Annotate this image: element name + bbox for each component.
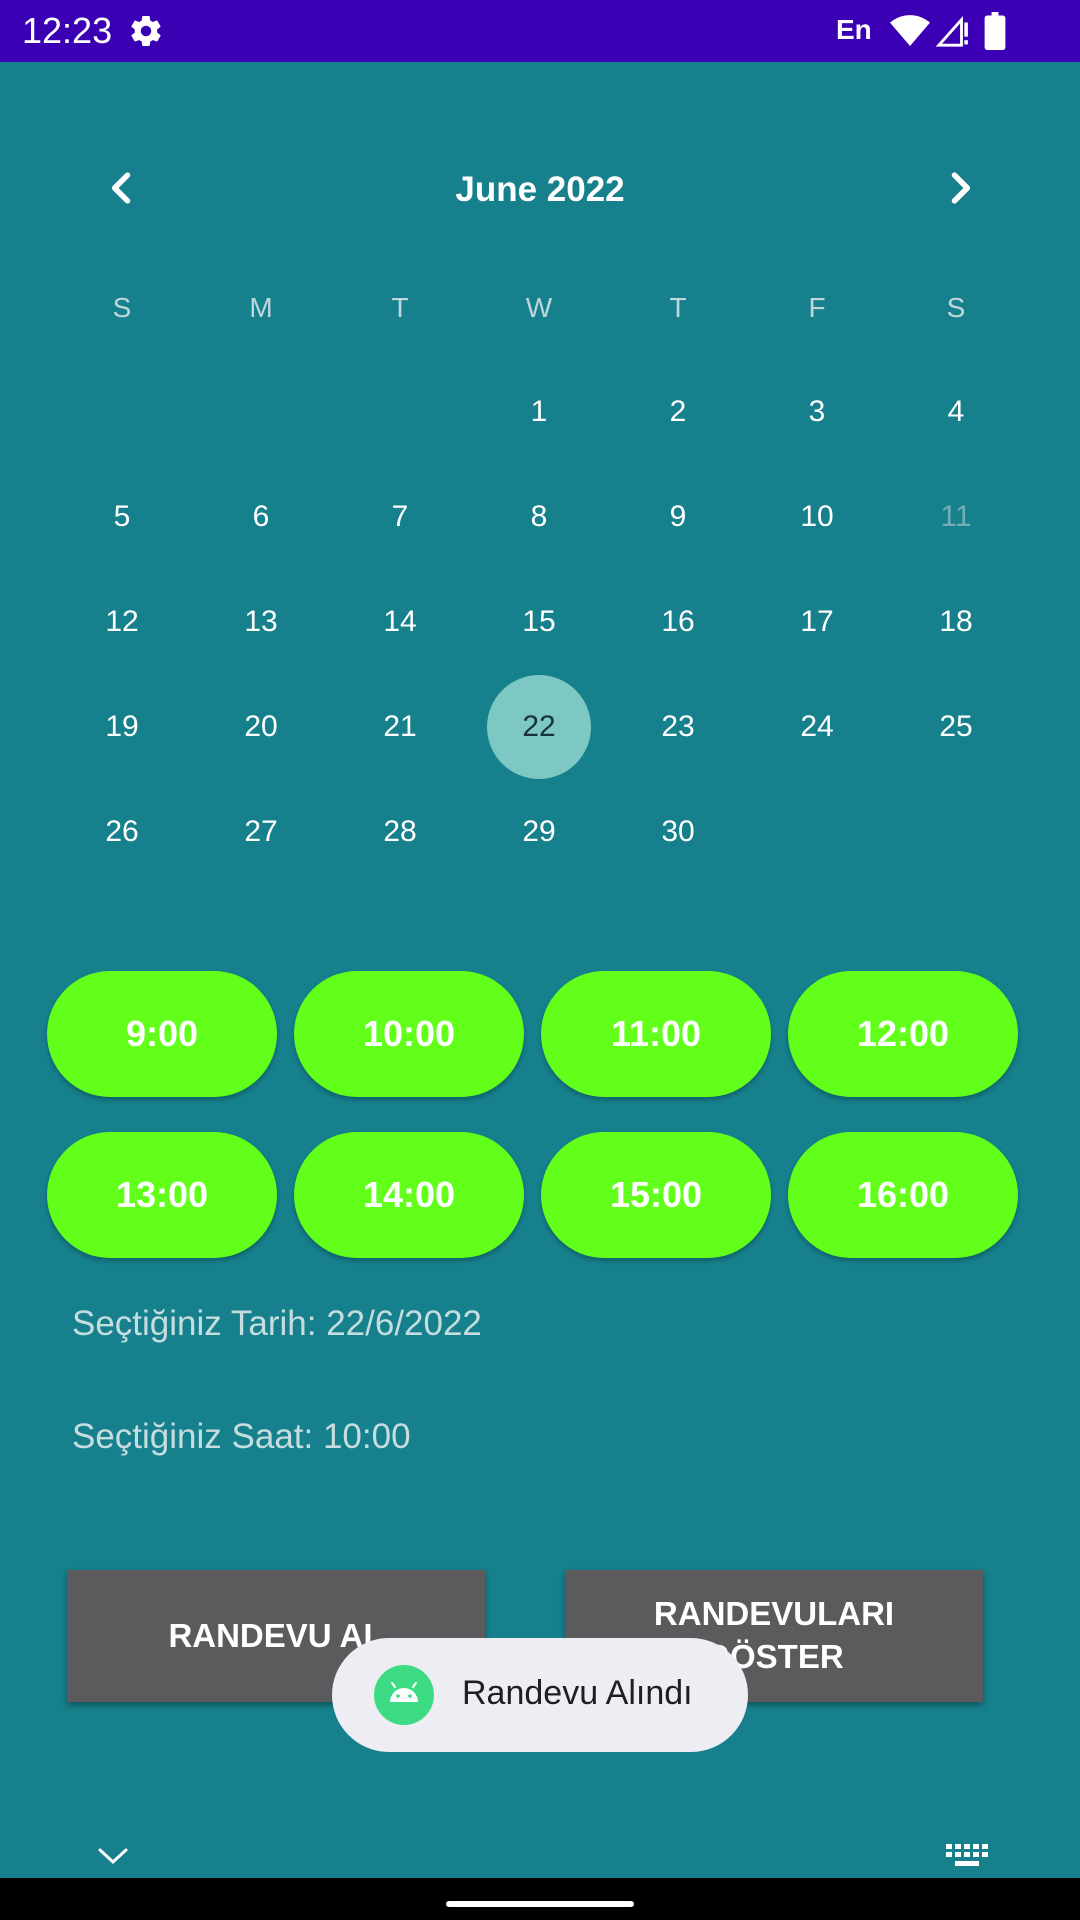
time-slot-button[interactable]: 16:00 — [788, 1132, 1018, 1258]
weekday-label: T — [669, 292, 687, 323]
time-slot-button[interactable]: 15:00 — [541, 1132, 771, 1258]
time-slot-button[interactable]: 12:00 — [788, 971, 1018, 1097]
calendar-header: June 2022 — [0, 160, 1080, 220]
keyboard-icon[interactable] — [946, 1844, 990, 1872]
calendar-day[interactable]: 1 — [487, 360, 591, 464]
weekday-label: S — [112, 292, 132, 323]
wifi-icon — [890, 15, 930, 46]
calendar-day[interactable]: 24 — [765, 675, 869, 779]
gear-icon — [131, 16, 161, 47]
next-month-button[interactable] — [938, 166, 982, 210]
status-bar: 12:23 En — [0, 0, 1080, 62]
calendar-day[interactable]: 8 — [487, 465, 591, 569]
month-title: June 2022 — [455, 170, 625, 209]
android-icon — [374, 1665, 434, 1725]
status-time: 12:23 — [22, 10, 113, 51]
weekday-label: S — [946, 292, 966, 323]
calendar-day[interactable]: 29 — [487, 780, 591, 884]
time-slot-button[interactable]: 9:00 — [47, 971, 277, 1097]
chevron-down-icon[interactable] — [96, 1844, 130, 1868]
calendar-day[interactable]: 26 — [70, 780, 174, 884]
calendar-day[interactable]: 28 — [348, 780, 452, 884]
time-slot-button[interactable]: 13:00 — [47, 1132, 277, 1258]
home-handle[interactable] — [446, 1901, 634, 1907]
calendar-day[interactable]: 18 — [904, 570, 1008, 674]
selected-date-text: Seçtiğiniz Tarih: 22/6/2022 — [72, 1304, 482, 1343]
calendar-day[interactable]: 2 — [626, 360, 730, 464]
calendar-day[interactable]: 4 — [904, 360, 1008, 464]
language-indicator: En — [836, 14, 872, 45]
calendar-day[interactable]: 25 — [904, 675, 1008, 779]
weekday-label: T — [391, 292, 409, 323]
calendar-day[interactable]: 20 — [209, 675, 313, 779]
calendar-day-selected[interactable]: 22 — [487, 675, 591, 779]
time-slot-button[interactable]: 10:00 — [294, 971, 524, 1097]
calendar-day[interactable]: 9 — [626, 465, 730, 569]
calendar-day[interactable]: 13 — [209, 570, 313, 674]
calendar-day[interactable]: 15 — [487, 570, 591, 674]
weekday-label: M — [249, 292, 273, 323]
battery-icon — [984, 12, 1006, 50]
calendar-day[interactable]: 14 — [348, 570, 452, 674]
calendar-day[interactable]: 5 — [70, 465, 174, 569]
calendar-day[interactable]: 7 — [348, 465, 452, 569]
calendar-day[interactable]: 3 — [765, 360, 869, 464]
weekday-label: W — [525, 292, 553, 323]
toast-message: Randevu Alındı — [462, 1674, 693, 1712]
calendar-day[interactable]: 16 — [626, 570, 730, 674]
calendar-day[interactable]: 6 — [209, 465, 313, 569]
calendar-day[interactable]: 17 — [765, 570, 869, 674]
system-navigation-bar — [0, 1878, 1080, 1920]
toast: Randevu Alındı — [332, 1638, 748, 1752]
calendar-day[interactable]: 27 — [209, 780, 313, 884]
signal-icon — [936, 15, 968, 47]
time-slot-button[interactable]: 11:00 — [541, 971, 771, 1097]
weekday-label: F — [808, 292, 826, 323]
calendar-day[interactable]: 12 — [70, 570, 174, 674]
calendar-day[interactable]: 11 — [904, 465, 1008, 569]
calendar-day[interactable]: 19 — [70, 675, 174, 779]
calendar-day[interactable]: 30 — [626, 780, 730, 884]
calendar-day[interactable]: 10 — [765, 465, 869, 569]
selected-time-text: Seçtiğiniz Saat: 10:00 — [72, 1417, 411, 1456]
calendar-day[interactable]: 21 — [348, 675, 452, 779]
calendar-day[interactable]: 23 — [626, 675, 730, 779]
time-slot-button[interactable]: 14:00 — [294, 1132, 524, 1258]
